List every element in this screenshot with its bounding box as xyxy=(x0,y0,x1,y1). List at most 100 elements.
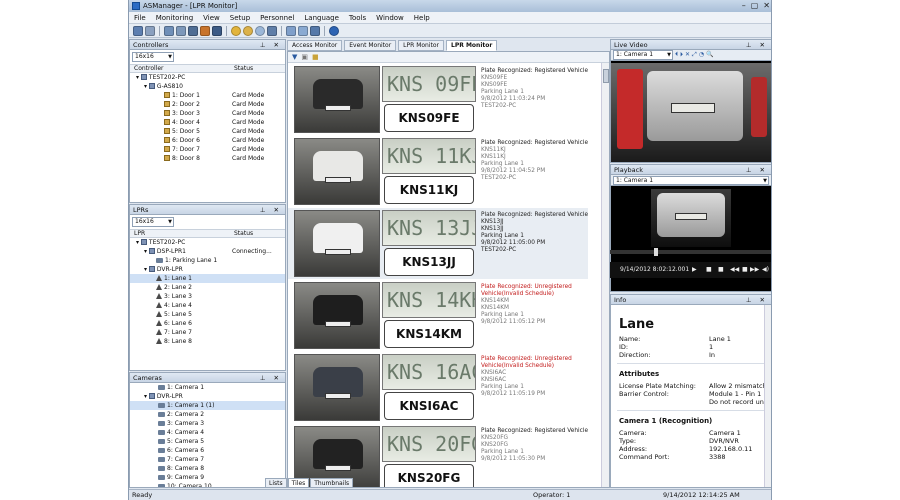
vehicle-snapshot[interactable] xyxy=(294,354,380,421)
lane-row[interactable]: 4: Lane 4 xyxy=(130,301,285,310)
lane-row[interactable]: 5: Lane 5 xyxy=(130,310,285,319)
pin-close-icon[interactable]: ⊥ ✕ xyxy=(260,205,282,215)
lock-icon[interactable]: ■ xyxy=(312,53,319,61)
play-button[interactable]: ▶ xyxy=(692,262,697,278)
save-icon[interactable] xyxy=(133,25,143,36)
controller-icon[interactable] xyxy=(176,25,186,36)
globe-icon[interactable] xyxy=(255,25,265,36)
tree-node-dvr-lpr[interactable]: ▾ DVR-LPR xyxy=(130,392,285,401)
door-row[interactable]: 3: Door 3 Card Mode xyxy=(130,109,285,118)
door-row[interactable]: 4: Door 4 Card Mode xyxy=(130,118,285,127)
camera-icon[interactable] xyxy=(188,25,198,36)
lpr-event-entry[interactable]: KNS 09FE KNS09FE Plate Recognized: Registe… xyxy=(288,64,588,135)
menu-view[interactable]: View xyxy=(198,12,225,24)
lane-row[interactable]: 8: Lane 8 xyxy=(130,337,285,346)
pin-close-icon[interactable]: ⊥ ✕ xyxy=(746,295,768,305)
tab-event-monitor[interactable]: Event Monitor xyxy=(344,40,397,51)
lock-icon[interactable] xyxy=(231,25,241,36)
vehicle-snapshot[interactable] xyxy=(294,282,380,349)
video-icon[interactable] xyxy=(298,25,308,36)
plate-crop-image[interactable]: KNS 14KH xyxy=(382,282,476,318)
controller-column[interactable]: Controller xyxy=(130,65,230,72)
tree-node-dvr-lpr[interactable]: ▾ DVR-LPR xyxy=(130,265,285,274)
tab-lpr-monitor-active[interactable]: LPR Monitor xyxy=(446,40,498,51)
vehicle-snapshot[interactable] xyxy=(294,210,380,277)
door-icon[interactable] xyxy=(200,25,210,36)
camera-row[interactable]: 4: Camera 4 xyxy=(130,428,285,437)
menu-window[interactable]: Window xyxy=(371,12,409,24)
monitor-scrollbar[interactable] xyxy=(601,63,609,487)
live-camera-select[interactable]: 1: Camera 1 ▼ xyxy=(613,50,673,60)
menu-setup[interactable]: Setup xyxy=(225,12,255,24)
lane-row[interactable]: 6: Lane 6 xyxy=(130,319,285,328)
door-row[interactable]: 5: Door 5 Card Mode xyxy=(130,127,285,136)
door-row[interactable]: 1: Door 1 Card Mode xyxy=(130,91,285,100)
record-button[interactable]: ■ xyxy=(742,262,748,278)
tab-access-monitor[interactable]: Access Monitor xyxy=(287,40,343,51)
tab-tiles[interactable]: Tiles xyxy=(287,478,310,488)
playback-camera-select[interactable]: 1: Camera 1 ▼ xyxy=(613,176,769,185)
monitor-icon[interactable] xyxy=(164,25,174,36)
playback-video-feed[interactable] xyxy=(651,189,731,247)
door-row[interactable]: 7: Door 7 Card Mode xyxy=(130,145,285,154)
menu-help[interactable]: Help xyxy=(409,12,435,24)
lane-row[interactable]: 3: Lane 3 xyxy=(130,292,285,301)
tab-lpr-monitor[interactable]: LPR Monitor xyxy=(398,40,445,51)
camera-row[interactable]: 3: Camera 3 xyxy=(130,419,285,428)
pin-close-icon[interactable]: ⊥ ✕ xyxy=(746,40,768,50)
camera-row[interactable]: 5: Camera 5 xyxy=(130,437,285,446)
playback-seek-bar[interactable] xyxy=(610,248,771,256)
door-row[interactable]: 8: Door 8 Card Mode xyxy=(130,154,285,163)
lane-row[interactable]: 7: Lane 7 xyxy=(130,328,285,337)
tab-lists[interactable]: Lists xyxy=(265,478,287,488)
menu-language[interactable]: Language xyxy=(299,12,344,24)
volume-button[interactable]: ◀) xyxy=(762,262,769,278)
pin-close-icon[interactable]: ⊥ ✕ xyxy=(260,373,282,383)
menu-personnel[interactable]: Personnel xyxy=(255,12,299,24)
lane-row[interactable]: 1: Lane 1 xyxy=(130,274,285,283)
lprs-icon-size-select[interactable]: 16x16 ▼ xyxy=(132,217,174,227)
lpr-column[interactable]: LPR xyxy=(130,230,230,237)
stop-button[interactable]: ■ xyxy=(706,262,712,278)
tree-node-controller[interactable]: ▾ G-AS810 xyxy=(130,82,285,91)
pause-button[interactable]: ■ xyxy=(718,262,724,278)
user-icon[interactable] xyxy=(212,25,222,36)
settings-icon[interactable]: ▣ xyxy=(301,53,308,61)
minimize-button[interactable]: – xyxy=(742,1,746,11)
lpr-event-entry[interactable]: KNS 11KJ KNS11KJ Plate Recognized: Registe… xyxy=(288,136,588,207)
camera-row[interactable]: 9: Camera 9 xyxy=(130,473,285,482)
rewind-button[interactable]: ◀◀ xyxy=(730,262,739,278)
pin-close-icon[interactable]: ⊥ ✕ xyxy=(746,165,768,175)
filter-icon[interactable]: ▼ xyxy=(292,53,297,61)
tab-thumbnails[interactable]: Thumbnails xyxy=(310,478,354,488)
info-scrollbar[interactable] xyxy=(764,305,771,487)
vehicle-snapshot[interactable] xyxy=(294,138,380,205)
camera-row[interactable]: 10: Camera 10 xyxy=(130,482,285,487)
menu-monitoring[interactable]: Monitoring xyxy=(151,12,198,24)
plate-crop-image[interactable]: KNS 11KJ xyxy=(382,138,476,174)
lpr-event-entry[interactable]: KNS 16AC KNSI6AC Plate Recognized: Unregis… xyxy=(288,352,588,423)
pin-close-icon[interactable]: ⊥ ✕ xyxy=(260,40,282,50)
camera-row[interactable]: 2: Camera 2 xyxy=(130,410,285,419)
vehicle-snapshot[interactable] xyxy=(294,66,380,133)
ptz-controls-icon[interactable]: ⏴⏵✕⤢◔🔍 xyxy=(675,51,716,59)
close-button[interactable]: ✕ xyxy=(763,1,770,11)
camera-row[interactable]: 1: Camera 1 (1) xyxy=(130,401,285,410)
camera-row[interactable]: 6: Camera 6 xyxy=(130,446,285,455)
fast-forward-button[interactable]: ▶▶ xyxy=(750,262,759,278)
live-video-feed[interactable] xyxy=(611,63,771,162)
seek-handle[interactable] xyxy=(654,248,658,256)
plate-crop-image[interactable]: KNS 16AC xyxy=(382,354,476,390)
tree-node-camera[interactable]: 1: Camera 1 xyxy=(130,383,285,392)
controllers-icon-size-select[interactable]: 16x16 ▼ xyxy=(132,52,174,62)
plate-crop-image[interactable]: KNS 13JJ xyxy=(382,210,476,246)
menu-tools[interactable]: Tools xyxy=(344,12,371,24)
print-icon[interactable] xyxy=(145,25,155,36)
map-icon[interactable] xyxy=(286,25,296,36)
report-icon[interactable] xyxy=(267,25,277,36)
scrollbar-thumb[interactable] xyxy=(603,69,609,83)
plate-crop-image[interactable]: KNS 20FG xyxy=(382,426,476,462)
unlock-icon[interactable] xyxy=(243,25,253,36)
menu-file[interactable]: File xyxy=(129,12,151,24)
status-column[interactable]: Status xyxy=(230,65,253,72)
